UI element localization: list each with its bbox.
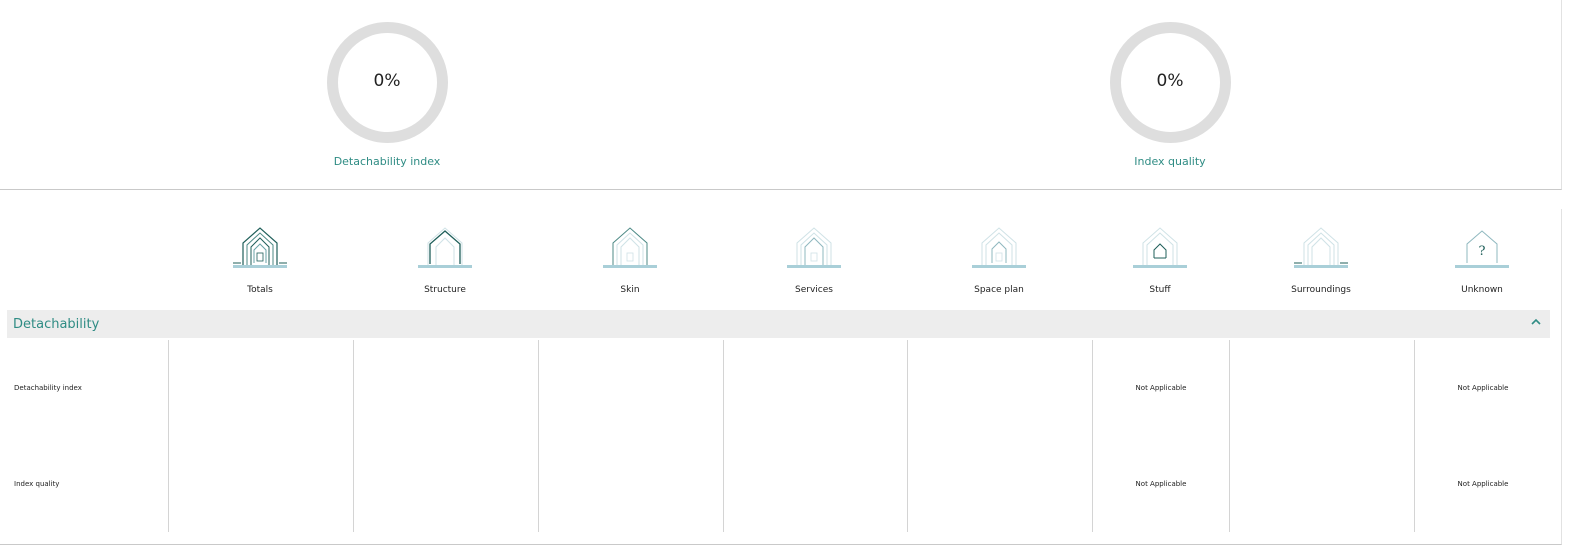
index-quality-label: Index quality <box>1134 155 1206 168</box>
detachability-table: Totals Structure Skin Services Space pla… <box>0 209 1562 545</box>
table-cell <box>353 436 538 532</box>
category-label: Stuff <box>1149 285 1171 295</box>
table-cell <box>907 340 1092 436</box>
table-cell: Not Applicable <box>1092 436 1229 532</box>
house-stuff-icon <box>1133 227 1187 268</box>
category-services[interactable]: Services <box>734 225 894 295</box>
category-header: Totals Structure Skin Services Space pla… <box>0 209 1562 309</box>
table-row: Detachability index Not Applicable Not A… <box>0 340 1562 436</box>
table-cell <box>538 436 723 532</box>
house-space-plan-icon <box>972 227 1026 268</box>
index-quality-value: 0% <box>1156 71 1184 91</box>
section-title: Detachability <box>13 317 100 332</box>
table-cell <box>168 340 353 436</box>
table-cell <box>353 340 538 436</box>
category-unknown[interactable]: ? Unknown <box>1402 225 1562 295</box>
category-label: Skin <box>620 285 640 295</box>
category-label: Services <box>795 285 833 295</box>
category-surroundings[interactable]: Surroundings <box>1241 225 1401 295</box>
table-cell <box>168 436 353 532</box>
chevron-up-icon[interactable] <box>1530 316 1542 328</box>
svg-text:?: ? <box>1479 244 1486 259</box>
detachability-index-label: Detachability index <box>333 155 441 168</box>
detachability-index-value: 0% <box>373 71 401 91</box>
row-label: Index quality <box>14 480 60 488</box>
summary-panel: 0% Detachability index 0% Index quality <box>0 0 1562 190</box>
index-quality-gauge: 0% Index quality <box>1070 22 1270 168</box>
category-label: Totals <box>247 285 273 295</box>
table-cell <box>1229 436 1414 532</box>
house-layers-icon <box>233 227 287 268</box>
index-quality-ring: 0% <box>1109 22 1231 143</box>
category-label: Unknown <box>1461 285 1503 295</box>
category-label: Structure <box>424 285 466 295</box>
table-cell: Not Applicable <box>1092 340 1229 436</box>
table-cell <box>907 436 1092 532</box>
category-label: Space plan <box>974 285 1024 295</box>
house-skin-icon <box>603 227 657 268</box>
detachability-index-gauge: 0% Detachability index <box>287 22 487 168</box>
table-cell <box>538 340 723 436</box>
table-cell: Not Applicable <box>1414 340 1551 436</box>
row-label: Detachability index <box>14 384 82 392</box>
category-totals[interactable]: Totals <box>180 225 340 295</box>
category-skin[interactable]: Skin <box>550 225 710 295</box>
table-cell <box>723 340 907 436</box>
table-cell <box>1229 340 1414 436</box>
category-label: Surroundings <box>1291 285 1351 295</box>
category-space-plan[interactable]: Space plan <box>919 225 1079 295</box>
house-services-icon <box>787 227 841 268</box>
category-structure[interactable]: Structure <box>365 225 525 295</box>
detachability-grid: Detachability index Not Applicable Not A… <box>0 340 1562 533</box>
house-structure-icon <box>418 227 472 268</box>
detachability-index-ring: 0% <box>326 22 448 143</box>
house-unknown-icon: ? <box>1455 230 1509 268</box>
category-stuff[interactable]: Stuff <box>1080 225 1240 295</box>
house-surroundings-icon <box>1294 227 1348 268</box>
table-cell <box>723 436 907 532</box>
table-cell: Not Applicable <box>1414 436 1551 532</box>
table-row: Index quality Not Applicable Not Applica… <box>0 436 1562 532</box>
detachability-section-toggle[interactable]: Detachability <box>7 310 1550 338</box>
